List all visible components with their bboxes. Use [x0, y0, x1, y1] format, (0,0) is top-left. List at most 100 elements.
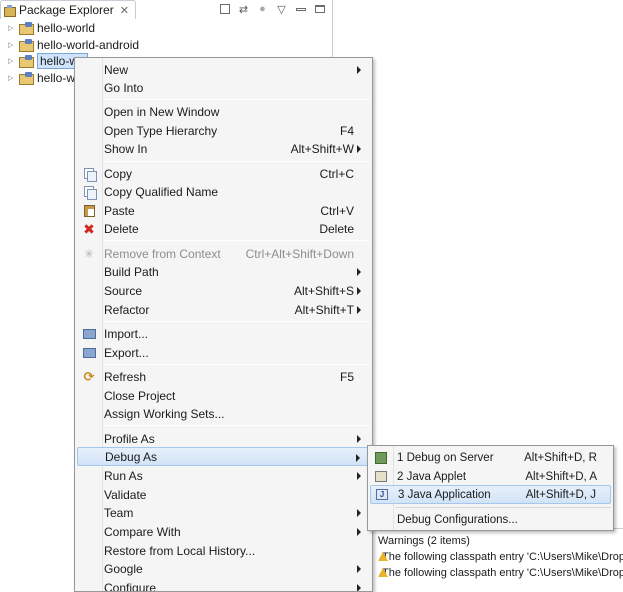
expand-arrow-icon[interactable]: ▷ — [8, 74, 18, 82]
menu-item-delete[interactable]: ✖ Delete Delete — [77, 219, 370, 238]
debug-as-submenu: 1 Debug on Server Alt+Shift+D, R 2 Java … — [367, 445, 614, 531]
submenu-arrow-icon — [357, 509, 361, 517]
submenu-arrow-icon — [357, 306, 361, 314]
menu-item-label: Paste — [104, 203, 135, 218]
link-with-editor-icon[interactable]: ⇄ — [236, 2, 251, 16]
menu-item-refactor[interactable]: Refactor Alt+Shift+T — [77, 300, 370, 319]
menu-item-restore-from-local-history[interactable]: Restore from Local History... — [77, 541, 370, 560]
menu-item-source[interactable]: Source Alt+Shift+S — [77, 281, 370, 300]
copy-icon — [83, 167, 97, 182]
applet-icon — [375, 471, 387, 482]
problems-view: Warnings (2 items) The following classpa… — [372, 528, 623, 592]
menu-item-paste[interactable]: Paste Ctrl+V — [77, 201, 370, 220]
menu-item-team[interactable]: Team — [77, 503, 370, 522]
expand-arrow-icon[interactable]: ▷ — [8, 41, 18, 49]
menu-item-new[interactable]: New — [77, 60, 370, 79]
menu-item-debug-as[interactable]: Debug As — [77, 447, 370, 466]
tab-package-explorer[interactable]: Package Explorer ✕ — [0, 0, 136, 19]
menu-item-label: Validate — [104, 487, 147, 502]
menu-item-open-in-new-window[interactable]: Open in New Window — [77, 102, 370, 121]
remove-from-context-icon: ✳ — [83, 246, 95, 261]
expand-arrow-icon[interactable]: ▷ — [8, 57, 18, 65]
menu-item-google[interactable]: Google — [77, 559, 370, 578]
view-menu-icon[interactable]: ▽ — [274, 2, 289, 16]
problem-row[interactable]: The following classpath entry 'C:\Users\… — [372, 565, 623, 581]
menu-item-label: Close Project — [104, 388, 176, 403]
submenu-arrow-icon — [357, 145, 361, 153]
menu-item-configure[interactable]: Configure — [77, 578, 370, 591]
tree-item-project[interactable]: ▷ hello-world — [0, 20, 333, 36]
menu-item-assign-working-sets[interactable]: Assign Working Sets... — [77, 404, 370, 423]
close-icon[interactable]: ✕ — [120, 4, 129, 17]
menu-item-label: Assign Working Sets... — [104, 406, 225, 421]
project-folder-icon — [19, 55, 34, 68]
copy-qualified-name-icon — [83, 185, 97, 200]
submenu-arrow-icon — [357, 268, 361, 276]
minimize-icon[interactable] — [293, 2, 308, 16]
menu-item-import[interactable]: Import... — [77, 324, 370, 343]
problem-row[interactable]: The following classpath entry 'C:\Users\… — [372, 549, 623, 565]
menu-item-compare-with[interactable]: Compare With — [77, 522, 370, 541]
menu-item-show-in[interactable]: Show In Alt+Shift+W — [77, 139, 370, 158]
menu-item-build-path[interactable]: Build Path — [77, 262, 370, 281]
problem-text: The following classpath entry 'C:\Users\… — [382, 567, 623, 579]
menu-item-export[interactable]: Export... — [77, 343, 370, 362]
project-folder-icon — [19, 22, 34, 35]
menu-item-label: Refresh — [104, 369, 147, 384]
menu-item-run-as[interactable]: Run As — [77, 466, 370, 485]
warnings-group[interactable]: Warnings (2 items) — [372, 533, 623, 549]
menu-item-label: Restore from Local History... — [104, 543, 256, 558]
menu-item-shortcut: Ctrl+Alt+Shift+Down — [245, 246, 354, 261]
view-header: Package Explorer ✕ ⇄ ● ▽ — [0, 0, 333, 19]
submenu-item-shortcut: Alt+Shift+D, A — [525, 470, 597, 483]
submenu-item-label: 2 Java Applet — [397, 470, 467, 483]
tab-label: Package Explorer — [19, 3, 114, 17]
menu-item-label: Compare With — [104, 524, 181, 539]
project-folder-icon — [19, 71, 34, 85]
refresh-icon: ⟳ — [83, 368, 95, 384]
submenu-item-debug-configurations[interactable]: Debug Configurations... — [370, 510, 611, 529]
submenu-item-java-application[interactable]: J 3 Java Application Alt+Shift+D, J — [370, 485, 611, 504]
menu-item-go-into[interactable]: Go Into — [77, 78, 370, 97]
menu-item-label: Export... — [104, 345, 149, 360]
submenu-item-label: 1 Debug on Server — [397, 451, 494, 464]
menu-item-profile-as[interactable]: Profile As — [77, 429, 370, 448]
menu-item-validate[interactable]: Validate — [77, 485, 370, 504]
menu-item-close-project[interactable]: Close Project — [77, 386, 370, 405]
collapse-all-icon[interactable] — [217, 2, 232, 16]
menu-item-shortcut: F5 — [339, 369, 354, 384]
menu-item-label: New — [104, 62, 129, 77]
menu-item-label: Profile As — [104, 431, 155, 446]
menu-item-copy[interactable]: Copy Ctrl+C — [77, 164, 370, 183]
menu-item-shortcut: Alt+Shift+S — [293, 283, 354, 298]
submenu-arrow-icon — [357, 435, 361, 443]
menu-item-shortcut: Alt+Shift+W — [290, 141, 354, 156]
submenu-arrow-icon — [357, 287, 361, 295]
expand-arrow-icon[interactable]: ▷ — [8, 24, 18, 32]
menu-separator — [104, 161, 370, 162]
maximize-icon[interactable] — [312, 2, 327, 16]
submenu-item-debug-on-server[interactable]: 1 Debug on Server Alt+Shift+D, R — [370, 448, 611, 467]
paste-icon — [83, 204, 95, 217]
tree-item-project[interactable]: ▷ hello-world-android — [0, 37, 333, 53]
project-label: hello-world-android — [37, 37, 140, 52]
submenu-arrow-icon — [357, 584, 361, 591]
menu-item-label: Google — [104, 561, 143, 576]
focus-task-icon[interactable]: ● — [255, 2, 270, 16]
submenu-item-java-applet[interactable]: 2 Java Applet Alt+Shift+D, A — [370, 467, 611, 486]
menu-item-label: Team — [104, 505, 134, 520]
java-application-icon: J — [376, 489, 388, 500]
menu-item-label: Copy — [104, 166, 133, 181]
menu-item-open-type-hierarchy[interactable]: Open Type Hierarchy F4 — [77, 121, 370, 140]
menu-item-label: Import... — [104, 326, 149, 341]
delete-icon: ✖ — [83, 220, 95, 237]
menu-separator — [104, 425, 370, 426]
menu-item-refresh[interactable]: ⟳ Refresh F5 — [77, 367, 370, 386]
menu-item-label: Delete — [104, 221, 139, 236]
view-toolbar: ⇄ ● ▽ — [217, 2, 327, 16]
menu-item-label: Remove from Context — [104, 246, 221, 261]
menu-item-copy-qualified-name[interactable]: Copy Qualified Name — [77, 182, 370, 201]
submenu-item-shortcut: Alt+Shift+D, R — [524, 451, 597, 464]
warnings-header: Warnings (2 items) — [378, 535, 470, 547]
server-icon — [375, 451, 387, 464]
